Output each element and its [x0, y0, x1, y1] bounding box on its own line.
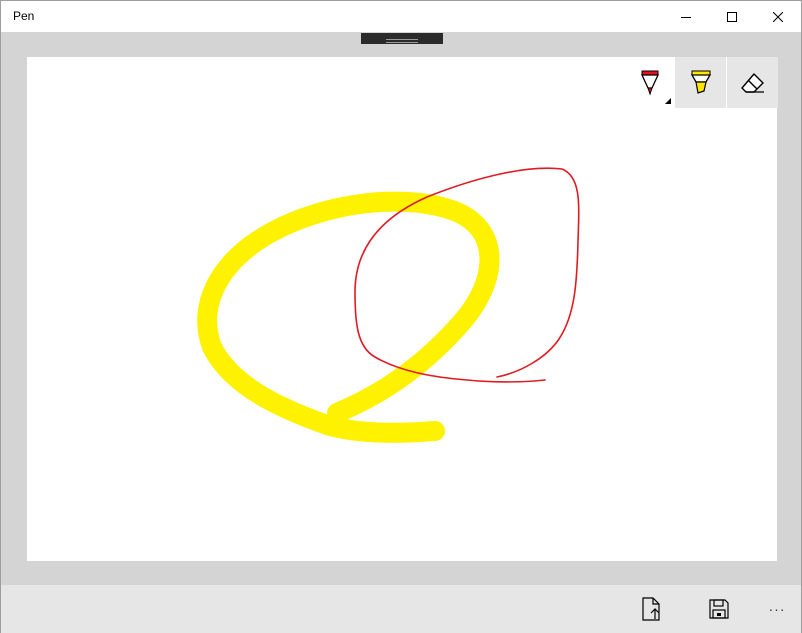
highlighter-tool-button[interactable]	[675, 57, 726, 108]
close-button[interactable]	[755, 1, 801, 32]
share-button[interactable]	[627, 585, 675, 633]
grip-icon	[386, 39, 418, 43]
pen-app-window: Pen ···	[0, 0, 802, 633]
highlighter-icon	[690, 70, 711, 94]
ink-strokes	[197, 167, 580, 443]
pen-icon	[640, 70, 659, 96]
ink-canvas[interactable]	[27, 57, 777, 561]
eraser-tool-button[interactable]	[727, 57, 778, 108]
title-bar[interactable]: Pen	[1, 1, 801, 32]
pen-tool-button[interactable]	[624, 57, 675, 108]
share-file-icon	[642, 597, 660, 621]
more-icon: ···	[768, 601, 786, 617]
bottom-command-bar: ···	[1, 585, 801, 633]
save-button[interactable]	[695, 585, 743, 633]
more-options-button[interactable]: ···	[753, 585, 801, 633]
drag-handle[interactable]	[361, 33, 443, 44]
minimize-icon	[681, 16, 691, 18]
save-icon	[709, 599, 729, 619]
ink-toolbar	[624, 57, 778, 108]
close-icon	[773, 11, 783, 22]
tool-dropdown-icon	[665, 98, 671, 104]
highlighter-stroke	[197, 191, 500, 443]
eraser-icon	[740, 72, 764, 93]
minimize-button[interactable]	[663, 1, 709, 32]
window-title: Pen	[13, 9, 35, 23]
maximize-button[interactable]	[709, 1, 755, 32]
maximize-icon	[727, 11, 737, 22]
